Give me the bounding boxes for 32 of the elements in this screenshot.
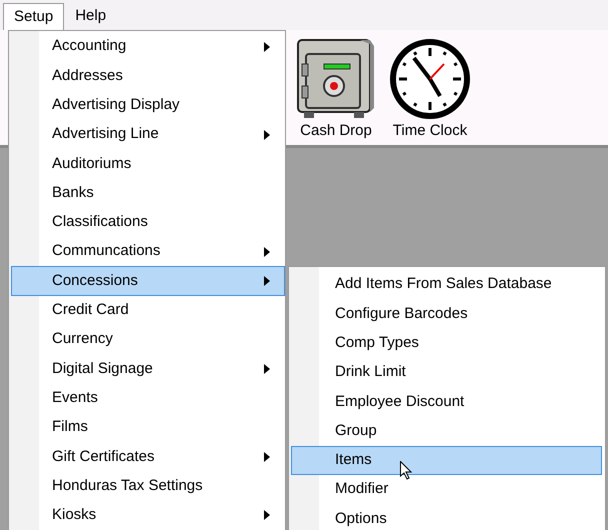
menu-item[interactable]: Classifications [11,208,285,238]
menu-item[interactable]: Banks [11,178,285,208]
menu-bar-item[interactable]: Help [64,3,118,30]
menu-item[interactable]: Communcations [11,237,285,266]
menu-item[interactable]: Accounting [11,32,285,62]
menu-item[interactable]: Digital Signage [11,354,285,384]
menu-item[interactable]: Addresses [11,61,285,91]
menu-item[interactable]: Credit Card [11,296,285,325]
clock-icon [388,36,472,122]
menu-item[interactable]: Options [291,504,602,530]
menu-item[interactable]: Comp Types [291,328,602,358]
menu-item[interactable]: Items [291,446,602,476]
toolbar-button[interactable]: Cash Drop [290,36,382,140]
menu-item[interactable]: Group [291,416,602,446]
menu-item[interactable]: Employee Discount [291,387,602,416]
mouse-cursor-icon [400,461,413,480]
menu-item[interactable]: Advertising Display [11,90,285,120]
toolbar-button[interactable]: Time Clock [384,36,476,140]
menu-item[interactable]: Currency [11,324,285,354]
menu-item[interactable]: Configure Barcodes [291,299,602,329]
menu-item[interactable]: Auditoriums [11,149,285,178]
menu-item[interactable]: Modifier [291,475,602,504]
menu-item[interactable]: Gift Certificates [11,442,285,472]
menu-item[interactable]: Advertising Line [11,120,285,150]
menu-bar-item[interactable]: Setup [3,3,64,30]
menu-item[interactable]: Concessions [11,266,285,296]
menu-item[interactable]: Events [11,384,285,413]
menu-item[interactable]: Add Items From Sales Database [291,270,602,300]
menu-item[interactable]: Kiosks [11,500,285,530]
menu-item[interactable]: Drink Limit [291,358,602,388]
menu-item[interactable]: Films [11,412,285,442]
menu-item[interactable]: Honduras Tax Settings [11,471,285,501]
